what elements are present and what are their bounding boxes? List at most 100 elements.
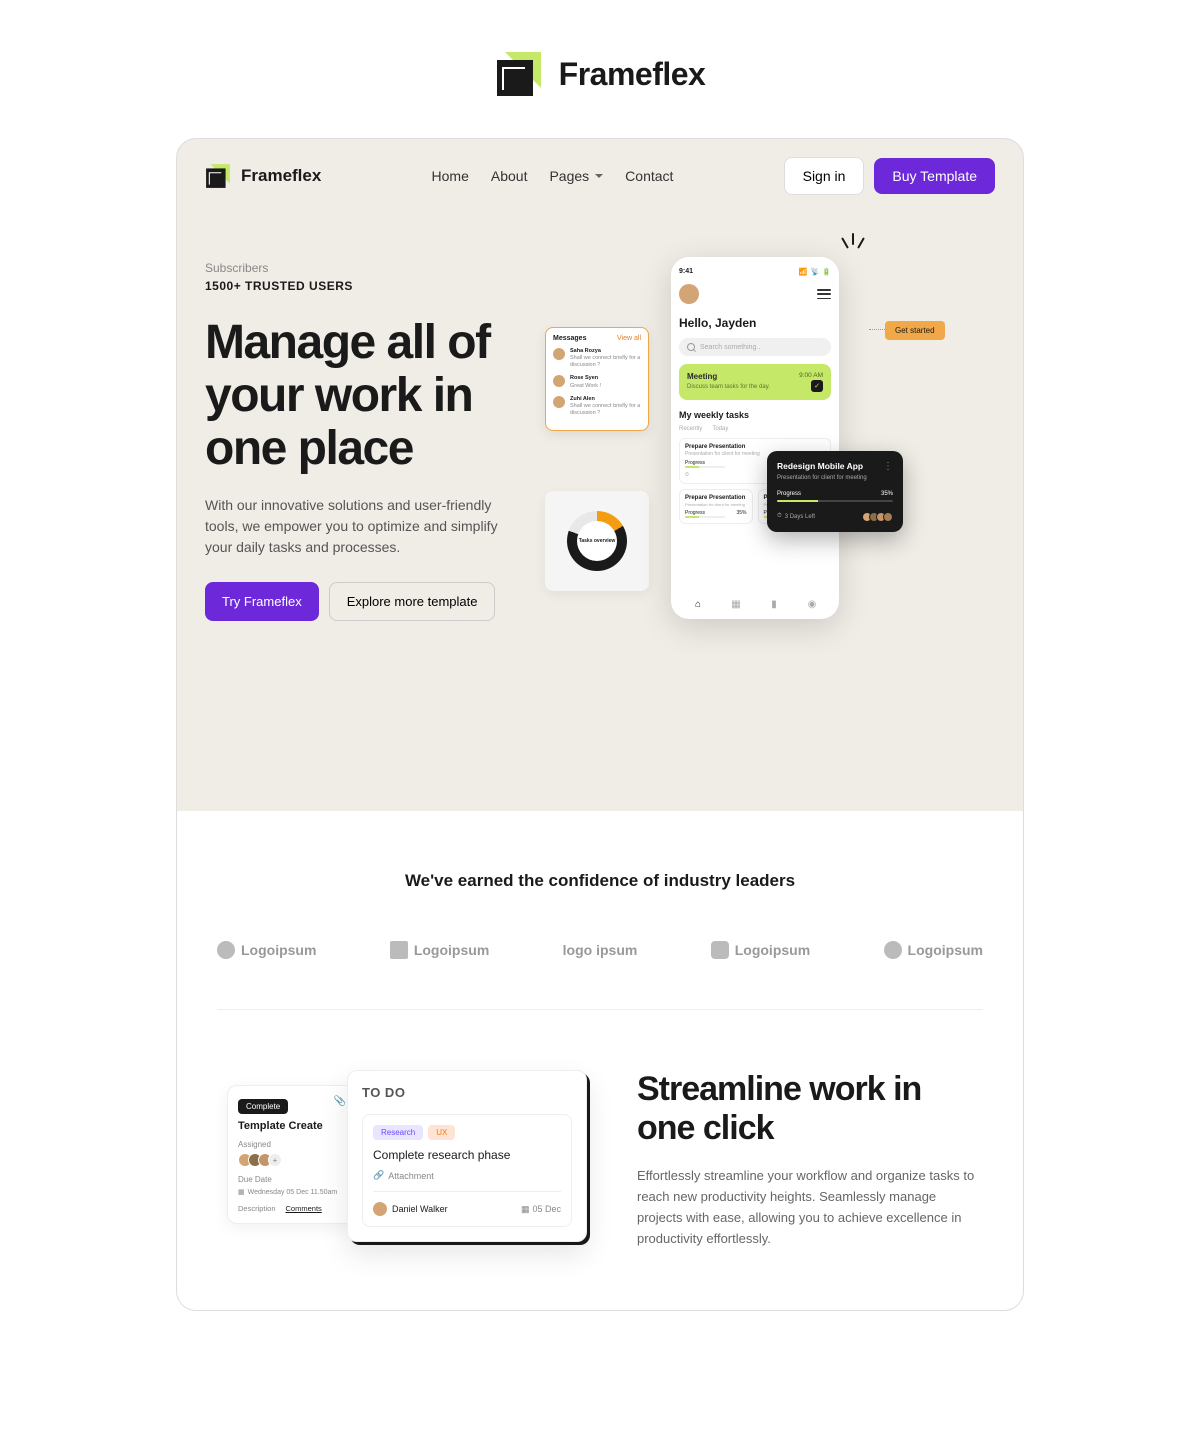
tab-comments[interactable]: Comments (286, 1204, 322, 1213)
phone-header (679, 284, 831, 304)
clock-icon: ⏱ (777, 513, 782, 520)
logo-icon (711, 941, 729, 959)
dark-task-card[interactable]: Redesign Mobile App⋮ Presentation for cl… (767, 451, 903, 532)
signal-icon: 📶 (799, 268, 808, 276)
greeting: Hello, Jayden (679, 316, 831, 330)
check-icon[interactable]: ✓ (811, 380, 823, 392)
message-item[interactable]: Rose SyenGreat Work ! (553, 375, 641, 389)
hero-visual: Messages View all Saha RozyaShall we con… (555, 261, 1023, 701)
client-logo: logo ipsum (563, 942, 638, 958)
avatar (373, 1202, 387, 1216)
chevron-down-icon (595, 174, 603, 178)
nav-link-pages[interactable]: Pages (549, 168, 603, 184)
card-title: Template Create (238, 1120, 346, 1132)
avatar-stack: + (238, 1153, 346, 1167)
client-logo: Logoipsum (884, 941, 983, 959)
meeting-card[interactable]: Meeting9:00 AM Discuss team tasks for th… (679, 364, 831, 400)
nav-link-contact[interactable]: Contact (625, 168, 673, 184)
nav-calendar-icon[interactable]: ▦ (729, 597, 743, 611)
logo-icon (390, 941, 408, 959)
tab-description[interactable]: Description (238, 1204, 276, 1213)
assignee: Daniel Walker (373, 1202, 448, 1216)
phone-status-bar: 9:41 📶📡🔋 (679, 268, 831, 276)
message-item[interactable]: Saha RozyaShall we connect briefly for a… (553, 348, 641, 369)
hero-section: Subscribers 1500+ TRUSTED USERS Manage a… (177, 213, 1023, 811)
donut-label: Tasks overview (577, 521, 617, 561)
brand-name: Frameflex (559, 56, 706, 93)
nav-logo-icon (205, 163, 231, 189)
search-input[interactable]: Search something.. (679, 338, 831, 356)
ux-chip: UX (428, 1125, 455, 1140)
nav-home-icon[interactable]: ⌂ (691, 597, 705, 611)
avatar[interactable] (679, 284, 699, 304)
avatar (553, 348, 565, 360)
messages-card: Messages View all Saha RozyaShall we con… (545, 327, 649, 431)
streamline-title: Streamline work in one click (637, 1070, 983, 1148)
client-logo: Logoipsum (217, 941, 316, 959)
menu-icon[interactable] (817, 289, 831, 299)
streamline-section: 📎 Complete Template Create Assigned + Du… (217, 1070, 983, 1290)
try-button[interactable]: Try Frameflex (205, 582, 319, 621)
messages-viewall[interactable]: View all (617, 335, 641, 342)
donut-chart: Tasks overview (567, 511, 627, 571)
streamline-description: Effortlessly streamline your workflow an… (637, 1166, 983, 1249)
client-logo: Logoipsum (711, 941, 810, 959)
hero-eyebrow: Subscribers (205, 261, 535, 275)
weekly-tabs: Recently Today (679, 426, 831, 432)
phone-time: 9:41 (679, 268, 693, 276)
paperclip-icon[interactable]: 📎 (334, 1096, 346, 1107)
logo-icon (217, 941, 235, 959)
page-brand-header: Frameflex (0, 0, 1200, 138)
hero-copy: Subscribers 1500+ TRUSTED USERS Manage a… (205, 261, 535, 701)
get-started-callout[interactable]: Get started (885, 321, 945, 340)
brand-logo-icon (495, 50, 543, 98)
client-logo: Logoipsum (390, 941, 489, 959)
nav-files-icon[interactable]: ▮ (767, 597, 781, 611)
more-icon[interactable]: ⋮ (883, 461, 893, 472)
buy-template-button[interactable]: Buy Template (874, 158, 995, 194)
add-assignee-button[interactable]: + (268, 1153, 282, 1167)
hero-buttons: Try Frameflex Explore more template (205, 582, 535, 621)
avatar (553, 375, 565, 387)
navbar: Frameflex Home About Pages Contact Sign … (177, 139, 1023, 213)
tab-recently[interactable]: Recently (679, 426, 702, 432)
nav-link-home[interactable]: Home (432, 168, 469, 184)
wifi-icon: 📡 (811, 268, 820, 276)
research-chip: Research (373, 1125, 423, 1140)
phone-bottom-nav: ⌂ ▦ ▮ ◉ (679, 597, 831, 611)
task-card[interactable]: Research UX Complete research phase 🔗Att… (362, 1114, 572, 1227)
nav-profile-icon[interactable]: ◉ (805, 597, 819, 611)
hero-trusted: 1500+ TRUSTED USERS (205, 279, 535, 293)
template-create-card: 📎 Complete Template Create Assigned + Du… (227, 1085, 357, 1224)
search-icon (687, 343, 695, 351)
todo-label: TO DO (362, 1085, 572, 1100)
task-title: Complete research phase (373, 1148, 561, 1162)
logo-icon (884, 941, 902, 959)
nav-logo[interactable]: Frameflex (205, 163, 321, 189)
messages-title: Messages (553, 335, 586, 342)
task-card[interactable]: Prepare Presentation Presentation for cl… (679, 489, 753, 524)
hero-title: Manage all of your work in one place (205, 317, 535, 475)
trust-section: We've earned the confidence of industry … (177, 811, 1023, 1310)
tab-today[interactable]: Today (712, 426, 728, 432)
avatar-stack (865, 512, 893, 522)
streamline-copy: Streamline work in one click Effortlessl… (637, 1070, 983, 1249)
calendar-icon: ▦ (521, 1204, 530, 1215)
message-item[interactable]: Zuhi AlenShall we connect briefly for a … (553, 396, 641, 417)
trust-title: We've earned the confidence of industry … (217, 871, 983, 891)
signin-button[interactable]: Sign in (784, 157, 865, 195)
nav-logo-text: Frameflex (241, 166, 321, 186)
todo-card: TO DO Research UX Complete research phas… (347, 1070, 587, 1242)
avatar (553, 396, 565, 408)
streamline-visual: 📎 Complete Template Create Assigned + Du… (217, 1070, 597, 1290)
weekly-tasks-title: My weekly tasks (679, 410, 831, 420)
explore-button[interactable]: Explore more template (329, 582, 496, 621)
divider (217, 1009, 983, 1010)
calendar-icon: ▦ (238, 1188, 245, 1196)
nav-link-about[interactable]: About (491, 168, 528, 184)
tasks-overview-card: Tasks overview (545, 491, 649, 591)
link-icon: 🔗 (373, 1170, 384, 1181)
nav-actions: Sign in Buy Template (784, 157, 995, 195)
nav-links: Home About Pages Contact (381, 168, 723, 184)
sparkle-icon (839, 233, 867, 261)
